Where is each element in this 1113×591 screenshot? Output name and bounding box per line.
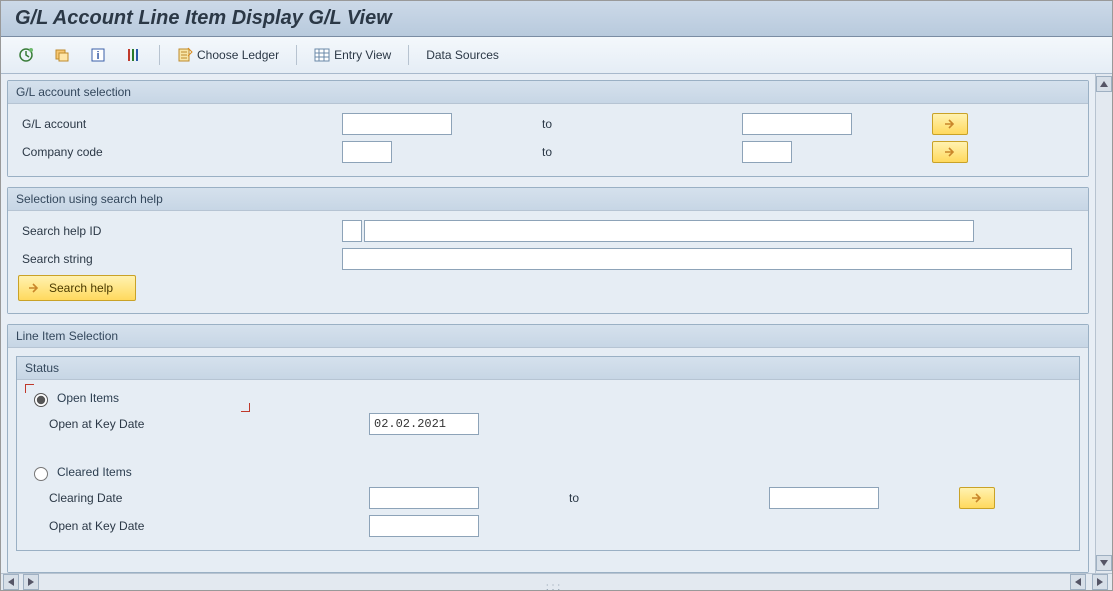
bars-button[interactable] — [119, 44, 149, 66]
choose-ledger-button[interactable]: Choose Ledger — [170, 44, 286, 66]
status-title: Status — [17, 357, 1079, 380]
arrow-right-icon — [970, 492, 984, 504]
vertical-scrollbar[interactable] — [1095, 74, 1112, 573]
entry-view-button[interactable]: Entry View — [307, 44, 398, 66]
scroll-right-end-button[interactable] — [1092, 574, 1108, 590]
search-string-label: Search string — [18, 252, 342, 266]
scroll-down-button[interactable] — [1096, 555, 1112, 571]
toolbar: i Choose Ledger Entry View Data Sources — [1, 37, 1112, 74]
horizontal-scrollbar[interactable]: ::: — [1, 573, 1112, 590]
info-icon: i — [90, 47, 106, 63]
gl-selection-group: G/L account selection G/L account to Com… — [7, 80, 1089, 177]
content-area: G/L account selection G/L account to Com… — [1, 74, 1095, 573]
cleared-items-radio[interactable] — [34, 467, 48, 481]
data-sources-button[interactable]: Data Sources — [419, 45, 506, 65]
clearing-date-to-input[interactable] — [769, 487, 879, 509]
gl-account-to-label: to — [452, 117, 742, 131]
search-help-button-label: Search help — [49, 281, 113, 295]
open-key-date-label: Open at Key Date — [27, 417, 369, 431]
scroll-right-button[interactable] — [23, 574, 39, 590]
cleared-key-date-input[interactable] — [369, 515, 479, 537]
company-code-to-input[interactable] — [742, 141, 792, 163]
arrow-right-icon — [943, 118, 957, 130]
entry-view-label: Entry View — [334, 48, 391, 62]
gl-account-to-input[interactable] — [742, 113, 852, 135]
open-items-label: Open Items — [57, 391, 119, 405]
svg-text:i: i — [96, 50, 99, 62]
clearing-date-from-input[interactable] — [369, 487, 479, 509]
ledger-icon — [177, 47, 193, 63]
gl-selection-title: G/L account selection — [8, 81, 1088, 104]
scroll-left-button[interactable] — [3, 574, 19, 590]
get-variant-button[interactable] — [47, 44, 77, 66]
search-help-title: Selection using search help — [8, 188, 1088, 211]
scroll-up-button[interactable] — [1096, 76, 1112, 92]
focus-marker-icon — [241, 403, 250, 412]
clearing-date-label: Clearing Date — [27, 491, 369, 505]
clearing-date-to-label: to — [479, 491, 769, 505]
line-item-group: Line Item Selection Status Open Items — [7, 324, 1089, 573]
folder-icon — [54, 47, 70, 63]
status-group: Status Open Items Open at Key Date — [16, 356, 1080, 551]
cleared-key-date-label: Open at Key Date — [27, 519, 369, 533]
gl-account-from-input[interactable] — [342, 113, 452, 135]
focus-marker-icon — [25, 384, 34, 393]
company-code-to-label: to — [452, 145, 742, 159]
gl-account-multi-button[interactable] — [932, 113, 968, 135]
search-help-id-desc-input[interactable] — [364, 220, 974, 242]
arrow-right-icon — [27, 282, 41, 294]
clearing-date-multi-button[interactable] — [959, 487, 995, 509]
page-title: G/L Account Line Item Display G/L View — [15, 7, 1098, 30]
gl-account-label: G/L account — [18, 117, 342, 131]
search-string-input[interactable] — [342, 248, 1072, 270]
company-code-label: Company code — [18, 145, 342, 159]
search-help-id-input[interactable] — [342, 220, 362, 242]
bars-icon — [126, 47, 142, 63]
title-bar: G/L Account Line Item Display G/L View — [1, 1, 1112, 37]
company-code-from-input[interactable] — [342, 141, 392, 163]
arrow-right-icon — [943, 146, 957, 158]
data-sources-label: Data Sources — [426, 48, 499, 62]
search-help-button[interactable]: Search help — [18, 275, 136, 301]
app-window: G/L Account Line Item Display G/L View i… — [0, 0, 1113, 591]
open-items-radio[interactable] — [34, 393, 48, 407]
open-key-date-input[interactable] — [369, 413, 479, 435]
grid-icon — [314, 47, 330, 63]
search-help-group: Selection using search help Search help … — [7, 187, 1089, 314]
search-help-id-label: Search help ID — [18, 224, 342, 238]
scroll-left-end-button[interactable] — [1070, 574, 1086, 590]
clock-icon — [18, 47, 34, 63]
choose-ledger-label: Choose Ledger — [197, 48, 279, 62]
info-button[interactable]: i — [83, 44, 113, 66]
grip-icon: ::: — [546, 582, 563, 591]
cleared-items-label: Cleared Items — [57, 465, 132, 479]
company-code-multi-button[interactable] — [932, 141, 968, 163]
line-item-title: Line Item Selection — [8, 325, 1088, 348]
execute-button[interactable] — [11, 44, 41, 66]
